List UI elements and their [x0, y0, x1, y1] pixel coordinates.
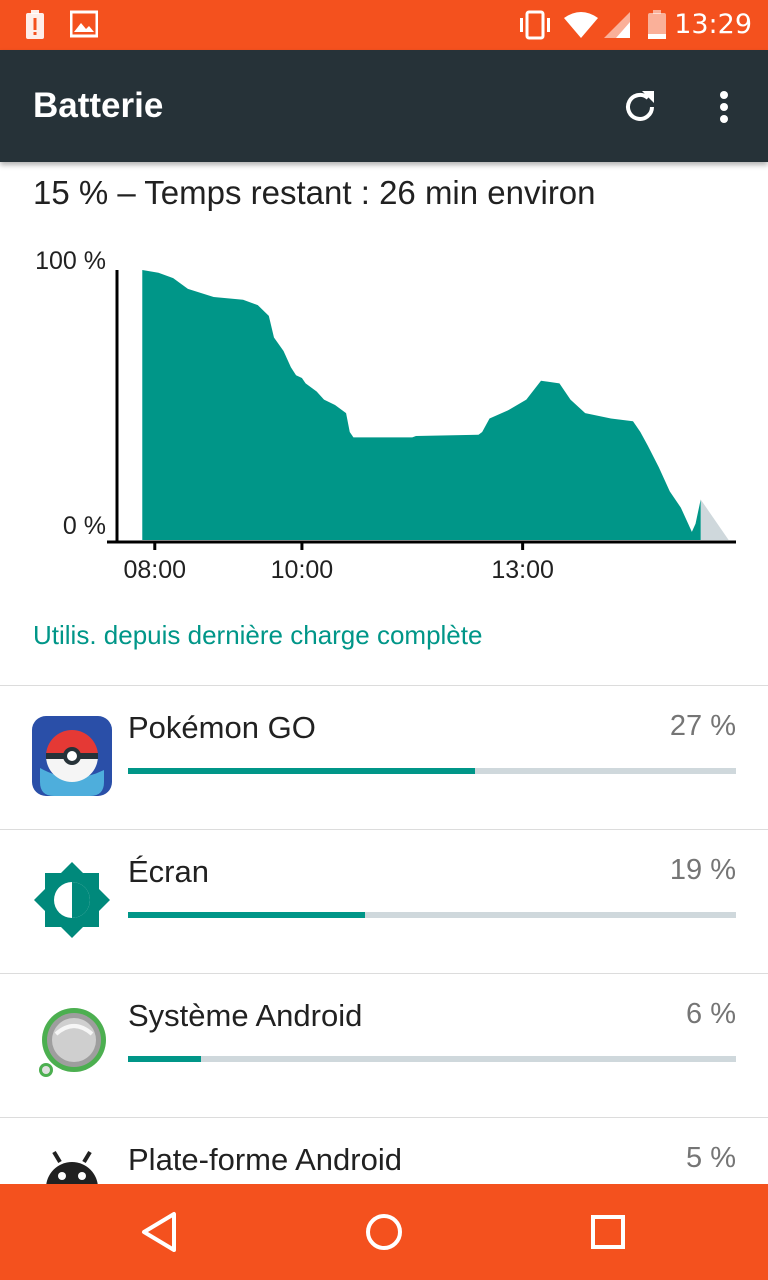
battery-low-icon	[648, 10, 666, 39]
usage-bar-track	[128, 768, 736, 774]
x-tick-label: 10:00	[271, 556, 334, 584]
app-bar: Batterie	[0, 50, 768, 162]
image-notification-icon	[70, 10, 98, 38]
android-system-icon	[39, 1008, 106, 1077]
usage-bar-fill	[128, 912, 366, 918]
usage-row-label: Écran	[128, 854, 209, 889]
chart-plot-area	[142, 270, 729, 540]
battery-history-chart[interactable]: 100 % 0 % 08:00 10:00 13:00	[0, 230, 768, 590]
usage-row-percent: 19 %	[669, 854, 736, 886]
cell-signal-icon	[604, 12, 630, 38]
y-label-top: 100 %	[35, 247, 106, 275]
usage-bar-track	[128, 1056, 736, 1062]
x-ticks: 08:00 10:00 13:00	[124, 542, 554, 584]
more-vert-icon[interactable]	[704, 85, 744, 129]
usage-row-android-system[interactable]: Système Android 6 %	[0, 974, 768, 1118]
usage-row-label: Pokémon GO	[128, 710, 316, 745]
screen-brightness-icon	[34, 862, 110, 938]
clock: 13:29	[674, 9, 752, 40]
home-icon[interactable]	[360, 1208, 408, 1256]
y-label-bottom: 0 %	[63, 512, 106, 540]
battery-level-area-0	[142, 270, 701, 540]
x-tick-label: 13:00	[491, 556, 554, 584]
page-title: Batterie	[33, 86, 164, 125]
recents-icon[interactable]	[584, 1208, 632, 1256]
navigation-bar	[0, 1184, 768, 1280]
wifi-icon	[564, 12, 598, 38]
refresh-icon[interactable]	[618, 85, 662, 129]
usage-bar-fill	[128, 1056, 201, 1062]
usage-row-label: Système Android	[128, 998, 363, 1033]
back-icon[interactable]	[136, 1208, 184, 1256]
usage-row-percent: 27 %	[669, 710, 736, 742]
x-tick-label: 08:00	[124, 556, 187, 584]
usage-row-percent: 5 %	[686, 1142, 736, 1174]
battery-summary: 15 % – Temps restant : 26 min environ	[33, 174, 596, 211]
pokemon-go-icon	[32, 716, 112, 796]
usage-row-label: Plate-forme Android	[128, 1142, 402, 1177]
usage-bar-track	[128, 912, 736, 918]
vibrate-icon	[520, 10, 550, 40]
status-bar: 13:29	[0, 0, 768, 50]
usage-row-percent: 6 %	[686, 998, 736, 1030]
usage-row-pokemon-go[interactable]: Pokémon GO 27 %	[0, 686, 768, 830]
usage-row-screen[interactable]: Écran 19 %	[0, 830, 768, 974]
usage-section-header: Utilis. depuis dernière charge complète	[33, 620, 483, 650]
usage-bar-fill	[128, 768, 475, 774]
battery-alert-icon	[26, 10, 44, 39]
projection-area	[700, 499, 729, 540]
